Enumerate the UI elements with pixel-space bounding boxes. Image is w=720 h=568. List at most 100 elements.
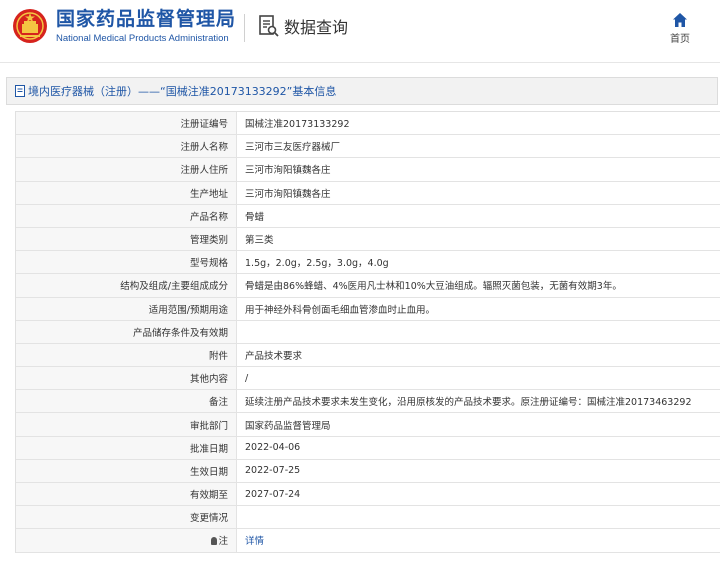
table-row: 备注 延续注册产品技术要求未发生变化，沿用原核发的产品技术要求。原注册证编号：国械… — [16, 389, 720, 414]
field-label-text: 审批部门 — [189, 420, 228, 432]
table-row: 注 详情 — [16, 528, 720, 553]
field-value-text: 2022-07-25 — [245, 465, 301, 477]
field-value-text: 三河市洵阳镇魏各庄 — [245, 188, 331, 200]
table-row: 管理类别 第三类 — [16, 227, 720, 252]
field-value — [236, 320, 720, 344]
field-label: 管理类别 — [16, 227, 237, 252]
field-value: / — [236, 366, 720, 391]
table-row: 注册证编号 国械注准20173133292 — [16, 112, 720, 136]
table-row: 型号规格 1.5g，2.0g，2.5g，3.0g，4.0g — [16, 250, 720, 275]
field-value: 骨蜡 — [236, 204, 720, 228]
field-value: 产品技术要求 — [236, 343, 720, 368]
header-divider — [244, 14, 245, 42]
table-row: 结构及组成/主要组成成分 骨蜡是由86%蜂蜡、4%医用凡士林和10%大豆油组成。辐… — [16, 273, 720, 298]
data-query-label: 数据查询 — [284, 18, 349, 37]
detail-table: 注册证编号 国械注准20173133292 注册人名称 三河市三友医疗器械厂 注册人住所… — [15, 111, 720, 553]
field-label: 结构及组成/主要组成成分 — [16, 273, 237, 298]
field-label: 变更情况 — [16, 505, 237, 530]
field-value-text: 骨蜡是由86%蜂蜡、4%医用凡士林和10%大豆油组成。辐照灭菌包装，无菌有效期3… — [245, 281, 622, 293]
field-value: 骨蜡是由86%蜂蜡、4%医用凡士林和10%大豆油组成。辐照灭菌包装，无菌有效期3… — [236, 273, 720, 298]
table-row: 附件 产品技术要求 — [16, 343, 720, 368]
field-label: 产品储存条件及有效期 — [16, 320, 237, 344]
field-value-text: 1.5g，2.0g，2.5g，3.0g，4.0g — [245, 258, 389, 270]
table-row: 生产地址 三河市洵阳镇魏各庄 — [16, 181, 720, 205]
field-label-text: 结构及组成/主要组成成分 — [120, 281, 228, 293]
table-row: 审批部门 国家药品监督管理局 — [16, 412, 720, 437]
field-value: 2022-04-06 — [236, 436, 720, 460]
field-value-text: 国家药品监督管理局 — [245, 420, 331, 432]
site-header: 国家药品监督管理局 National Medical Products Admi… — [0, 0, 720, 63]
document-search-icon — [259, 15, 279, 37]
brand[interactable]: 国家药品监督管理局 National Medical Products Admi… — [56, 6, 236, 46]
table-row: 适用范围/预期用途 用于神经外科骨创面毛细血管渗血时止血用。 — [16, 297, 720, 321]
field-value-text: 2027-07-24 — [245, 488, 301, 500]
field-label: 批准日期 — [16, 436, 237, 460]
national-emblem-icon — [13, 9, 47, 43]
field-label: 适用范围/预期用途 — [16, 297, 237, 321]
field-label-text: 备注 — [208, 397, 228, 409]
field-label-text: 管理类别 — [189, 235, 228, 247]
lightbulb-icon — [211, 537, 218, 546]
table-row: 注册人住所 三河市洵阳镇魏各庄 — [16, 157, 720, 182]
field-label-text: 注册人名称 — [180, 142, 228, 154]
field-label-text: 产品名称 — [189, 211, 228, 223]
field-label-text: 有效期至 — [189, 490, 228, 502]
field-label-text: 附件 — [208, 350, 228, 362]
table-row: 产品储存条件及有效期 — [16, 320, 720, 344]
field-label: 附件 — [16, 343, 237, 368]
field-value: 详情 — [236, 528, 720, 553]
field-label: 注册证编号 — [16, 112, 237, 136]
field-value: 延续注册产品技术要求未发生变化，沿用原核发的产品技术要求。原注册证编号：国械注准… — [236, 389, 720, 414]
details-link[interactable]: 详情 — [245, 536, 264, 547]
brand-subtitle: National Medical Products Administration — [56, 33, 229, 44]
table-row: 注册人名称 三河市三友医疗器械厂 — [16, 134, 720, 159]
field-value: 三河市洵阳镇魏各庄 — [236, 181, 720, 205]
field-value: 用于神经外科骨创面毛细血管渗血时止血用。 — [236, 297, 720, 321]
field-value: 第三类 — [236, 227, 720, 252]
field-label-text: 变更情况 — [189, 513, 228, 525]
field-value-text: 产品技术要求 — [245, 350, 303, 362]
field-label: 产品名称 — [16, 204, 237, 228]
table-row: 生效日期 2022-07-25 — [16, 459, 720, 484]
data-query-link[interactable]: 数据查询 — [258, 14, 348, 38]
table-row: 其他内容 / — [16, 366, 720, 391]
field-value-text: 国械注准20173133292 — [245, 119, 350, 131]
field-label: 审批部门 — [16, 412, 237, 437]
field-value: 三河市洵阳镇魏各庄 — [236, 157, 720, 182]
field-value-text: 延续注册产品技术要求未发生变化，沿用原核发的产品技术要求。原注册证编号：国械注准… — [245, 397, 692, 409]
field-label: 注册人住所 — [16, 157, 237, 182]
field-value: 国械注准20173133292 — [236, 112, 720, 136]
field-label-text: 产品储存条件及有效期 — [132, 327, 228, 339]
section-title: 境内医疗器械（注册）——“国械注准20173133292”基本信息 — [28, 85, 337, 98]
home-button[interactable]: 首页 — [666, 12, 694, 45]
field-label: 有效期至 — [16, 482, 237, 507]
field-value-text: 骨蜡 — [245, 211, 265, 223]
home-label: 首页 — [670, 34, 690, 45]
field-label: 备注 — [16, 389, 237, 414]
field-label-text: 其他内容 — [189, 374, 228, 386]
field-label: 其他内容 — [16, 366, 237, 391]
field-label-text: 生产地址 — [189, 188, 228, 200]
field-label: 型号规格 — [16, 250, 237, 275]
spacer — [0, 63, 720, 77]
brand-title: 国家药品监督管理局 — [56, 8, 237, 30]
field-label: 注册人名称 — [16, 134, 237, 159]
field-value-text: 2022-04-06 — [245, 442, 301, 454]
field-label-text: 适用范围/预期用途 — [148, 304, 228, 316]
field-label: 注 — [16, 528, 237, 553]
field-value: 1.5g，2.0g，2.5g，3.0g，4.0g — [236, 250, 720, 275]
section-header: 境内医疗器械（注册）——“国械注准20173133292”基本信息 — [6, 77, 718, 105]
field-label-text: 生效日期 — [189, 466, 228, 478]
field-label-text: 型号规格 — [189, 258, 228, 270]
field-value — [236, 505, 720, 530]
field-label-text: 注册证编号 — [180, 119, 228, 131]
table-row: 批准日期 2022-04-06 — [16, 436, 720, 460]
field-label: 生效日期 — [16, 459, 237, 484]
field-value: 2022-07-25 — [236, 459, 720, 484]
field-value-text: 用于神经外科骨创面毛细血管渗血时止血用。 — [245, 304, 436, 316]
home-icon — [673, 13, 687, 27]
field-value-text: / — [245, 372, 249, 384]
field-label-text: 批准日期 — [189, 443, 228, 455]
table-row: 有效期至 2027-07-24 — [16, 482, 720, 507]
document-icon — [15, 85, 25, 97]
